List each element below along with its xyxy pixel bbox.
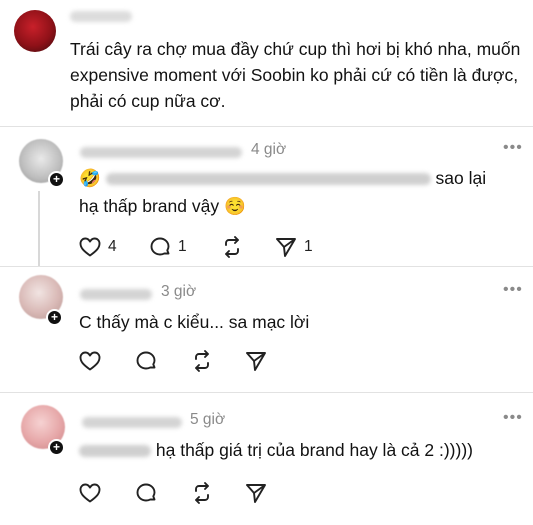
comment-time: 5 giờ — [190, 411, 226, 428]
comment-text: 🤣 sao lại — [79, 165, 519, 191]
repost-button[interactable] — [190, 481, 220, 505]
follow-plus-icon[interactable]: + — [48, 171, 65, 188]
more-icon[interactable]: ••• — [503, 139, 523, 157]
comment-3: + 5 giờ ••• hạ thấp giá trị của brand ha… — [0, 393, 533, 525]
post-text: Trái cây ra chợ mua đầy chứ cup thì hơi … — [70, 39, 521, 111]
share-count: 1 — [304, 238, 313, 255]
more-icon[interactable]: ••• — [503, 409, 523, 427]
more-icon[interactable]: ••• — [503, 281, 523, 299]
comment-text: C thấy mà c kiểu... sa mạc lời — [79, 312, 310, 332]
reply-button[interactable]: 1 — [148, 235, 198, 259]
action-bar — [78, 349, 328, 373]
repost-icon — [195, 482, 209, 504]
share-button[interactable] — [244, 481, 274, 505]
like-button[interactable] — [78, 481, 108, 505]
comment-icon — [136, 351, 156, 370]
follow-plus-icon[interactable]: + — [48, 439, 65, 456]
send-icon — [276, 238, 296, 257]
comment-1: + 4 giờ ••• 🤣 sao lại hạ thấp brand vậy … — [0, 127, 533, 275]
username-blurred[interactable] — [80, 289, 152, 300]
thread-line — [38, 191, 40, 267]
comment-text: hạ thấp giá trị của brand hay là cả 2 :)… — [79, 437, 519, 463]
repost-button[interactable] — [220, 235, 250, 259]
comment-2: + 3 giờ ••• C thấy mà c kiểu... sa mạc l… — [0, 267, 533, 387]
username-blurred[interactable] — [70, 11, 132, 22]
comment-icon — [136, 483, 156, 502]
reply-count: 1 — [178, 238, 187, 255]
action-bar: 4 1 1 — [78, 235, 328, 259]
comment-time: 4 giờ — [251, 141, 287, 158]
reply-button[interactable] — [134, 349, 164, 373]
send-icon — [246, 484, 266, 503]
avatar[interactable] — [14, 10, 56, 52]
comment-text-line2: hạ thấp brand vậy ☺️ — [79, 196, 246, 216]
comment-icon — [150, 237, 170, 256]
username-blurred[interactable] — [82, 417, 182, 428]
username-blurred[interactable] — [80, 147, 242, 158]
heart-icon — [79, 237, 101, 257]
like-count: 4 — [108, 238, 117, 255]
repost-icon — [195, 350, 209, 372]
repost-icon — [225, 236, 239, 258]
follow-plus-icon[interactable]: + — [46, 309, 63, 326]
comment-time: 3 giờ — [161, 283, 197, 300]
heart-icon — [79, 351, 101, 371]
like-button[interactable]: 4 — [78, 235, 128, 259]
blurred-text — [105, 173, 431, 186]
comment-text-visible: hạ thấp giá trị của brand hay là cả 2 :)… — [155, 440, 473, 460]
send-icon — [246, 352, 266, 371]
share-button[interactable] — [244, 349, 274, 373]
heart-icon — [79, 483, 101, 503]
action-bar — [78, 481, 328, 505]
rofl-emoji: 🤣 — [79, 168, 101, 188]
thread-view: Trái cây ra chợ mua đầy chứ cup thì hơi … — [0, 0, 533, 525]
top-post: Trái cây ra chợ mua đầy chứ cup thì hơi … — [0, 0, 533, 126]
reply-button[interactable] — [134, 481, 164, 505]
share-button[interactable]: 1 — [274, 235, 324, 259]
like-button[interactable] — [78, 349, 108, 373]
repost-button[interactable] — [190, 349, 220, 373]
blurred-text — [79, 445, 151, 458]
comment-text-visible: sao lại — [435, 168, 487, 188]
